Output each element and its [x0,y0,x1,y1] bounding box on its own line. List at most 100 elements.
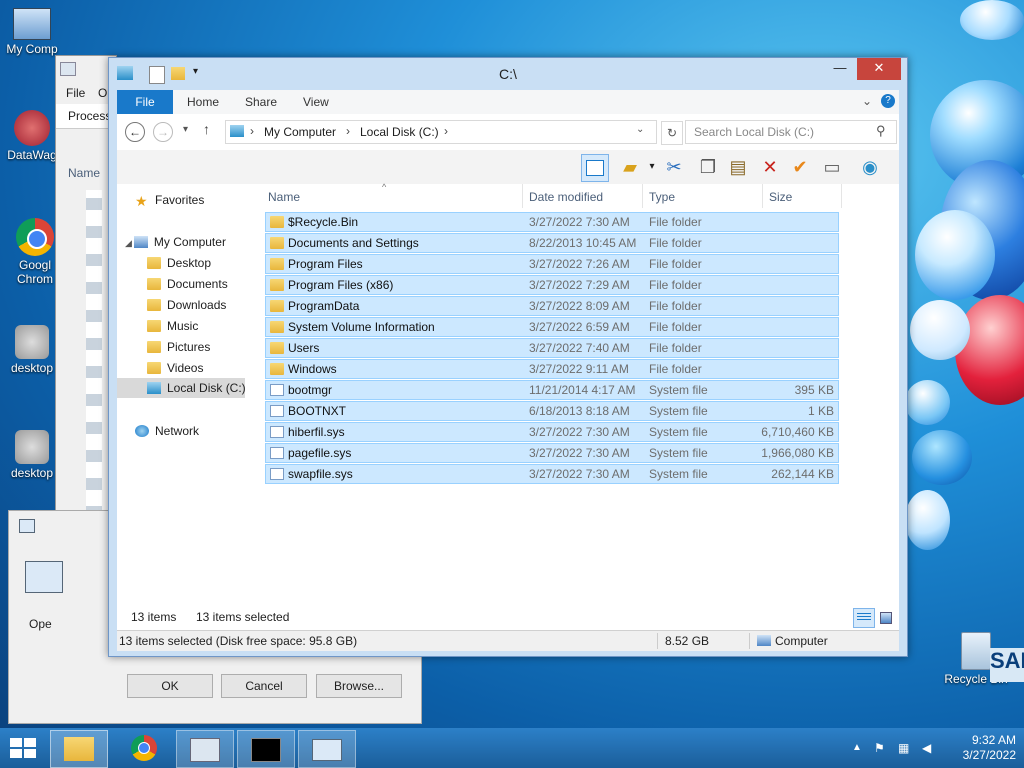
menu-file[interactable]: File [66,86,85,100]
nav-my-computer[interactable]: ◢ My Computer [125,232,226,252]
rename-icon[interactable]: ▭ [819,154,845,180]
table-row[interactable]: $Recycle.Bin 3/27/2022 7:30 AM File folder [265,212,839,232]
nav-desktop[interactable]: Desktop [147,253,211,273]
folder-icon [147,299,161,311]
column-date-modified[interactable]: Date modified [529,186,603,208]
action-center-icon[interactable]: ⚑ [874,728,885,768]
expand-icon[interactable]: ◢ [125,238,132,248]
delete-icon[interactable]: ✕ [757,154,783,180]
table-row[interactable]: Program Files 3/27/2022 7:26 AM File folde… [265,254,839,274]
forward-button[interactable]: → [153,122,173,142]
clock-date: 3/27/2022 [962,748,1016,762]
system-file-icon [270,447,284,459]
process-tab[interactable]: Process [56,104,116,129]
browse-button[interactable]: Browse... [316,674,402,698]
run-large-icon [25,561,63,593]
globe-icon[interactable]: ◉ [857,154,883,180]
column-size[interactable]: Size [769,186,792,208]
table-row[interactable]: Program Files (x86) 3/27/2022 7:29 AM File… [265,275,839,295]
breadcrumb-separator[interactable]: › [444,124,448,138]
folder-icon [147,362,161,374]
back-button[interactable]: ← [125,122,145,142]
taskbar-cmd[interactable] [237,730,295,768]
column-divider[interactable] [841,184,842,208]
ok-button[interactable]: OK [127,674,213,698]
copy-icon[interactable]: ❐ [695,154,721,180]
expand-ribbon-icon[interactable]: ⌄ [862,94,872,108]
network-tray-icon[interactable]: ▦ [898,728,909,768]
taskbar-chrome[interactable] [116,730,172,766]
nav-network[interactable]: Network [135,421,199,441]
column-name[interactable]: Name [268,186,300,208]
file-date: 3/27/2022 7:30 AM [529,425,630,439]
breadcrumb-separator[interactable]: › [250,124,254,138]
column-divider[interactable] [762,184,763,208]
breadcrumb-my-computer[interactable]: My Computer [264,125,336,139]
table-row[interactable]: pagefile.sys 3/27/2022 7:30 AM System file… [265,443,839,463]
checkmark-icon[interactable]: ✔ [787,154,813,180]
table-row[interactable]: System Volume Information 3/27/2022 6:59 … [265,317,839,337]
cancel-button[interactable]: Cancel [221,674,307,698]
column-divider[interactable] [522,184,523,208]
file-type: File folder [649,236,702,250]
brand-logo: SAM [990,648,1024,682]
nav-downloads[interactable]: Downloads [147,295,226,315]
large-icons-view-button[interactable] [877,608,895,626]
nav-music[interactable]: Music [147,316,198,336]
volume-icon[interactable]: ◀ [922,728,931,768]
table-row[interactable]: BOOTNXT 6/18/2013 8:18 AM System file 1 KB [265,401,839,421]
desktop-icon-my-computer[interactable]: My Comp [0,8,64,56]
status-info: 13 items 13 items selected [117,606,899,630]
file-type: File folder [649,278,702,292]
help-icon[interactable]: ? [881,94,895,108]
cut-icon[interactable]: ✂ [661,154,687,180]
close-button[interactable]: ✕ [857,58,901,80]
file-name: pagefile.sys [288,446,352,460]
nav-local-disk[interactable]: Local Disk (C:) [117,378,246,398]
search-input[interactable]: Search Local Disk (C:) [694,125,814,139]
tab-home[interactable]: Home [187,90,219,114]
folder-shortcut-icon [270,237,284,249]
nav-documents[interactable]: Documents [147,274,228,294]
details-view-button[interactable] [853,608,875,628]
address-bar[interactable]: › My Computer › Local Disk (C:) › ⌄ [225,120,657,144]
table-row[interactable]: hiberfil.sys 3/27/2022 7:30 AM System file… [265,422,839,442]
recent-locations-icon[interactable]: ▾ [183,124,188,135]
search-box[interactable]: Search Local Disk (C:) ⚲ [685,120,897,144]
breadcrumb-local-disk[interactable]: Local Disk (C:) [360,125,439,139]
address-dropdown-icon[interactable]: ⌄ [636,124,644,135]
table-row[interactable]: ProgramData 3/27/2022 8:09 AM File folder [265,296,839,316]
clock[interactable]: 9:32 AM 3/27/2022 [946,733,1016,763]
taskbar-explorer[interactable] [50,730,108,768]
tab-view[interactable]: View [303,90,329,114]
tab-file[interactable]: File [117,90,173,114]
paste-icon[interactable]: ▤ [725,154,751,180]
file-date: 6/18/2013 8:18 AM [529,404,630,418]
wallpaper-bubble [905,380,950,425]
tab-share[interactable]: Share [245,90,277,114]
computer-icon [133,236,148,248]
up-button[interactable]: ↑ [203,121,210,137]
breadcrumb-separator[interactable]: › [346,124,350,138]
table-row[interactable]: bootmgr 11/21/2014 4:17 AM System file 395 … [265,380,839,400]
taskbar-task-manager[interactable] [176,730,234,768]
preview-pane-button[interactable] [581,154,609,182]
show-hidden-icons[interactable]: ▲ [852,728,862,768]
column-type[interactable]: Type [649,186,675,208]
title-bar[interactable]: ▾ C:\ — ✕ [109,58,907,90]
search-icon[interactable]: ⚲ [876,123,886,139]
table-row[interactable]: Documents and Settings 8/22/2013 10:45 AM… [265,233,839,253]
start-button[interactable] [10,738,36,758]
nav-pictures[interactable]: Pictures [147,337,210,357]
refresh-button[interactable]: ↻ [661,121,683,145]
taskbar-run[interactable] [298,730,356,768]
table-row[interactable]: Users 3/27/2022 7:40 AM File folder [265,338,839,358]
nav-favorites[interactable]: ★ Favorites [135,190,204,210]
column-divider[interactable] [642,184,643,208]
table-row[interactable]: swapfile.sys 3/27/2022 7:30 AM System file… [265,464,839,484]
table-row[interactable]: Windows 3/27/2022 9:11 AM File folder [265,359,839,379]
maximize-button[interactable] [831,58,870,80]
nav-videos[interactable]: Videos [147,358,203,378]
file-type: File folder [649,215,702,229]
menu-options[interactable]: O [98,86,107,100]
